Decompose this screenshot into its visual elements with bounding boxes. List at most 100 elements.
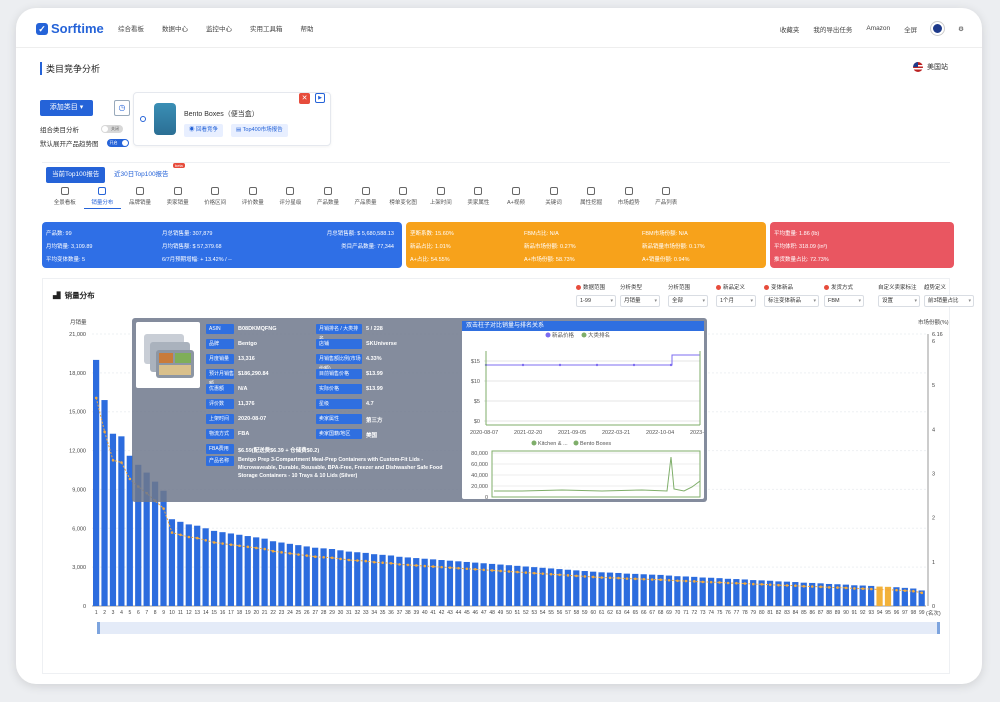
share-point[interactable]: [920, 591, 924, 595]
share-point[interactable]: [735, 581, 738, 585]
share-point[interactable]: [322, 555, 325, 559]
share-point[interactable]: [440, 565, 443, 569]
share-point[interactable]: [802, 584, 806, 588]
share-point[interactable]: [676, 579, 679, 583]
share-point[interactable]: [179, 533, 182, 537]
share-point[interactable]: [398, 563, 401, 566]
share-point[interactable]: [381, 561, 384, 565]
share-point[interactable]: [743, 582, 747, 585]
share-point[interactable]: [313, 555, 317, 559]
share-point[interactable]: [768, 583, 772, 586]
share-point[interactable]: [625, 577, 629, 580]
share-point[interactable]: [760, 583, 764, 586]
share-point[interactable]: [558, 573, 561, 577]
share-point[interactable]: [524, 571, 528, 574]
share-point[interactable]: [465, 567, 469, 571]
share-point[interactable]: [406, 563, 410, 567]
share-point[interactable]: [634, 577, 637, 581]
share-point[interactable]: [608, 576, 612, 580]
share-point[interactable]: [836, 586, 839, 589]
share-point[interactable]: [549, 572, 553, 576]
share-point[interactable]: [162, 507, 165, 510]
share-point[interactable]: [356, 559, 359, 562]
share-point[interactable]: [575, 574, 578, 578]
share-point[interactable]: [752, 582, 755, 586]
share-point[interactable]: [777, 583, 780, 587]
share-point[interactable]: [912, 589, 915, 593]
share-point[interactable]: [532, 571, 536, 575]
share-point[interactable]: [330, 556, 334, 560]
share-point[interactable]: [541, 572, 544, 575]
share-point[interactable]: [659, 578, 662, 582]
share-point[interactable]: [667, 578, 671, 582]
share-point[interactable]: [810, 585, 814, 588]
share-point[interactable]: [827, 586, 831, 589]
share-point[interactable]: [895, 588, 898, 592]
share-point[interactable]: [701, 580, 705, 584]
share-point[interactable]: [431, 565, 435, 568]
share-point[interactable]: [853, 587, 856, 590]
share-point[interactable]: [389, 561, 393, 565]
share-point[interactable]: [170, 531, 174, 534]
share-point[interactable]: [187, 535, 191, 539]
x-tick-label: 81: [767, 610, 773, 616]
share-point[interactable]: [196, 536, 199, 540]
share-point[interactable]: [844, 586, 848, 590]
share-point[interactable]: [474, 568, 477, 571]
share-point[interactable]: [372, 560, 376, 564]
share-point[interactable]: [903, 589, 907, 592]
share-point[interactable]: [238, 544, 241, 548]
share-point[interactable]: [684, 579, 688, 583]
share-point[interactable]: [726, 581, 730, 585]
zoom-slider[interactable]: [97, 622, 940, 634]
share-point[interactable]: [819, 585, 822, 589]
share-point[interactable]: [339, 557, 342, 561]
share-point[interactable]: [457, 566, 460, 570]
share-point[interactable]: [448, 566, 452, 569]
share-point[interactable]: [617, 576, 620, 580]
share-point[interactable]: [709, 580, 713, 584]
share-point[interactable]: [297, 553, 300, 556]
share-point[interactable]: [94, 396, 98, 400]
share-point[interactable]: [128, 477, 132, 481]
share-point[interactable]: [794, 584, 797, 588]
share-point[interactable]: [204, 538, 208, 542]
share-point[interactable]: [482, 568, 486, 572]
zoom-handle-left[interactable]: [97, 622, 100, 634]
share-point[interactable]: [516, 570, 519, 574]
share-point[interactable]: [878, 588, 881, 591]
share-point[interactable]: [861, 587, 865, 590]
share-point[interactable]: [212, 541, 216, 544]
share-point[interactable]: [103, 430, 106, 434]
share-point[interactable]: [229, 543, 233, 546]
share-point[interactable]: [364, 559, 368, 563]
share-point[interactable]: [221, 542, 224, 545]
share-point[interactable]: [347, 558, 351, 562]
share-point[interactable]: [120, 461, 123, 464]
share-point[interactable]: [280, 551, 283, 554]
zoom-handle-right[interactable]: [937, 622, 940, 634]
share-point[interactable]: [246, 545, 250, 549]
share-point[interactable]: [693, 580, 696, 583]
share-point[interactable]: [507, 570, 511, 573]
share-point[interactable]: [650, 578, 654, 581]
share-point[interactable]: [642, 577, 646, 581]
share-point[interactable]: [305, 554, 309, 557]
share-point[interactable]: [423, 564, 427, 568]
share-point[interactable]: [566, 574, 570, 577]
share-point[interactable]: [415, 564, 418, 567]
share-point[interactable]: [490, 569, 494, 572]
share-point[interactable]: [869, 587, 873, 591]
share-point[interactable]: [271, 549, 275, 553]
share-point[interactable]: [499, 569, 502, 573]
share-point[interactable]: [591, 575, 595, 579]
share-point[interactable]: [718, 581, 721, 584]
share-point[interactable]: [111, 459, 115, 462]
share-point[interactable]: [785, 584, 789, 587]
share-point[interactable]: [254, 546, 258, 550]
share-point[interactable]: [886, 588, 890, 592]
share-point[interactable]: [583, 575, 587, 578]
share-point[interactable]: [263, 547, 266, 551]
share-point[interactable]: [600, 576, 603, 579]
share-point[interactable]: [288, 552, 292, 555]
